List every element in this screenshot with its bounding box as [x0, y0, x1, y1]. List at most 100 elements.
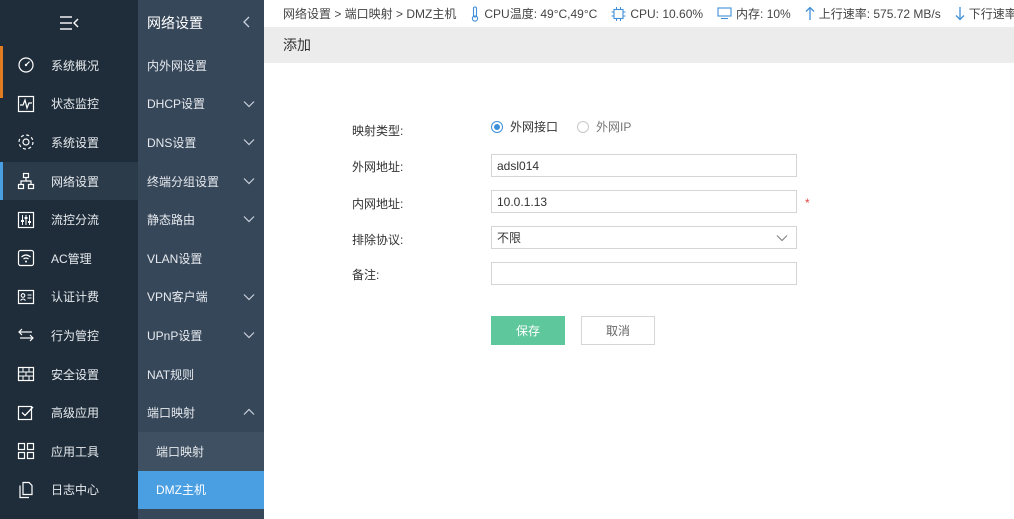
sidebar-item-7[interactable]: 行为管控	[0, 316, 138, 355]
cancel-button[interactable]: 取消	[581, 316, 655, 345]
radio-external-ip-label: 外网IP	[596, 120, 632, 134]
sidebar-item-10[interactable]: 应用工具	[0, 432, 138, 471]
gear-icon	[17, 133, 35, 151]
sidebar-item-9[interactable]: 高级应用	[0, 393, 138, 432]
sidebar-item-label: 系统概况	[51, 58, 100, 73]
internal-address-label: 内网地址:	[352, 197, 404, 211]
cpu-temp-stat: CPU温度: 49°C,49°C	[470, 5, 597, 22]
thermometer-icon	[472, 5, 479, 22]
status-bar: 网络设置 > 端口映射 > DMZ主机 CPU温度: 49°C,49°C CPU…	[264, 0, 1014, 27]
submenu-item-label: 内外网设置	[147, 58, 208, 73]
id-card-icon	[17, 288, 35, 306]
note-label: 备注:	[352, 268, 380, 282]
submenu-item-label: 终端分组设置	[147, 174, 220, 189]
exclude-protocol-value: 不限	[497, 231, 522, 245]
chevron-down-icon	[243, 139, 255, 146]
internal-address-value: 10.0.1.13	[497, 194, 548, 209]
submenu-item-0[interactable]: 内外网设置	[138, 46, 264, 85]
submenu-item-label: UPnP设置	[147, 328, 203, 343]
sidebar-item-label: 认证计费	[51, 290, 100, 305]
submenu-item-label: NAT规则	[147, 367, 195, 382]
sidebar-item-1[interactable]: 状态监控	[0, 85, 138, 124]
apps-grid-icon	[17, 442, 35, 460]
radio-external-ip[interactable]: 外网IP	[577, 118, 631, 135]
documents-icon	[17, 481, 35, 499]
arrow-up-icon	[805, 6, 815, 20]
submenu-subitem-0[interactable]: 端口映射	[138, 431, 264, 471]
mapping-type-radio-group: 外网接口 外网IP	[491, 118, 650, 135]
breadcrumb: 网络设置 > 端口映射 > DMZ主机	[283, 7, 457, 21]
submenu-item-2[interactable]: DNS设置	[138, 123, 264, 162]
menu-toggle-button[interactable]	[0, 0, 138, 46]
firewall-icon	[17, 365, 35, 383]
chevron-down-icon	[243, 100, 255, 107]
note-field[interactable]	[491, 262, 797, 285]
sidebar-item-label: 安全设置	[51, 367, 100, 382]
sidebar-item-label: 行为管控	[51, 328, 100, 343]
external-address-field[interactable]: adsl014	[491, 154, 797, 177]
radio-external-interface[interactable]: 外网接口	[491, 118, 558, 135]
sidebar-item-label: 流控分流	[51, 213, 100, 228]
submenu-item-label: 端口映射	[147, 406, 196, 421]
sidebar-item-11[interactable]: 日志中心	[0, 471, 138, 510]
sidebar-item-5[interactable]: AC管理	[0, 239, 138, 278]
sidebar-item-label: 网络设置	[51, 174, 100, 189]
chevron-down-icon	[243, 332, 255, 339]
sidebar-item-0[interactable]: 系统概况	[0, 46, 138, 85]
sidebar-item-label: 应用工具	[51, 444, 100, 459]
memory-value: 内存: 10%	[736, 7, 791, 21]
exclude-protocol-select[interactable]: 不限	[491, 226, 797, 249]
submenu-item-6[interactable]: VPN客户端	[138, 278, 264, 317]
submenu-item-3[interactable]: 终端分组设置	[138, 162, 264, 201]
radio-dot-icon	[491, 120, 503, 133]
external-address-value: adsl014	[497, 158, 540, 173]
arrow-down-icon	[955, 7, 965, 21]
download-value: 下行速率: 20.30	[968, 7, 1014, 21]
submenu-item-label: DHCP设置	[147, 97, 206, 112]
secondary-sidebar: 网络设置 内外网设置 DHCP设置 DNS设置终端分组设置静态路由 VLAN设置 VPN…	[138, 0, 264, 519]
wifi-icon	[17, 249, 35, 267]
internal-address-field[interactable]: 10.0.1.13	[491, 190, 797, 213]
swap-arrows-icon	[17, 326, 35, 344]
sidebar-item-label: AC管理	[51, 251, 92, 266]
chevron-down-icon	[776, 235, 788, 242]
submenu-item-label: VPN客户端	[147, 290, 208, 305]
required-mark: *	[805, 196, 810, 210]
submenu-item-1[interactable]: DHCP设置	[138, 85, 264, 124]
cpu-chip-icon	[611, 6, 626, 21]
sidebar-item-3[interactable]: 网络设置	[0, 161, 138, 201]
memory-stat: 内存: 10%	[717, 5, 791, 22]
dashboard-icon	[17, 56, 35, 74]
external-address-label: 外网地址:	[352, 160, 404, 174]
chevron-up-icon	[243, 408, 255, 416]
monitor-icon	[717, 7, 732, 20]
pulse-monitor-icon	[17, 95, 35, 113]
save-button[interactable]: 保存	[491, 316, 565, 345]
checked-box-icon	[17, 404, 35, 422]
submenu-item-9[interactable]: 端口映射	[138, 393, 264, 432]
submenu-item-7[interactable]: UPnP设置	[138, 316, 264, 355]
page-header: 添加	[264, 27, 1014, 63]
chevron-left-icon[interactable]	[242, 16, 252, 28]
sidebar-item-4[interactable]: 流控分流	[0, 200, 138, 239]
sidebar-item-6[interactable]: 认证计费	[0, 278, 138, 317]
submenu-subitem-1[interactable]: DMZ主机	[138, 470, 264, 510]
sidebar-item-label: 高级应用	[51, 406, 100, 421]
sidebar-item-label: 状态监控	[51, 97, 100, 112]
secondary-sidebar-header: 网络设置	[138, 0, 264, 46]
download-stat: 下行速率: 20.30	[955, 5, 1014, 22]
cpu-usage-stat: CPU: 10.60%	[611, 6, 703, 21]
submenu-item-5[interactable]: VLAN设置	[138, 239, 264, 278]
upload-value: 上行速率: 575.72 MB/s	[818, 7, 941, 21]
submenu-item-8[interactable]: NAT规则	[138, 355, 264, 394]
submenu-item-4[interactable]: 静态路由	[138, 200, 264, 239]
sidebar-item-2[interactable]: 系统设置	[0, 123, 138, 162]
sliders-icon	[17, 211, 35, 229]
page-title: 添加	[283, 37, 311, 53]
sidebar-item-8[interactable]: 安全设置	[0, 355, 138, 394]
chevron-down-icon	[243, 177, 255, 185]
network-topology-icon	[17, 172, 35, 190]
menu-collapse-icon	[60, 16, 79, 30]
primary-sidebar: 系统概况状态监控系统设置网络设置流控分流 AC管理认证计费行为管控安全设置高级应用…	[0, 0, 138, 519]
cpu-temp-value: CPU温度: 49°C,49°C	[484, 7, 598, 21]
